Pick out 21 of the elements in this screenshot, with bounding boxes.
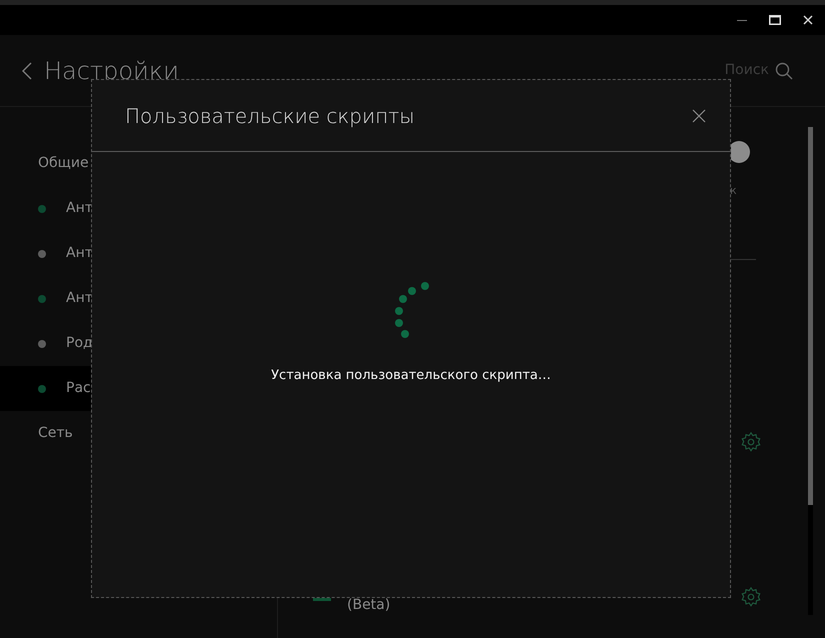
dialog-title: Пользовательские скрипты (125, 102, 415, 130)
spinner-icon (393, 282, 429, 338)
beta-label: (Beta) (347, 596, 390, 615)
close-button[interactable] (690, 106, 708, 124)
status-message: Установка пользовательского скрипта… (271, 367, 551, 385)
section-heading: Общие (38, 154, 89, 173)
gear-icon[interactable] (740, 431, 762, 453)
sidebar-item[interactable]: Ант (0, 186, 277, 231)
back-icon[interactable] (22, 62, 32, 80)
close-icon[interactable] (803, 15, 813, 25)
scrollbar[interactable] (808, 127, 813, 615)
label-fragment: к (730, 183, 737, 199)
sidebar-item[interactable]: Ант (0, 276, 277, 321)
gear-icon[interactable] (740, 586, 762, 608)
sidebar-item[interactable]: Род (0, 321, 277, 366)
page-title: Настройки (44, 56, 179, 86)
search-icon[interactable] (775, 62, 793, 80)
sidebar-item[interactable]: Ант (0, 231, 277, 276)
maximize-icon[interactable] (769, 15, 781, 25)
section-heading: Сеть (38, 424, 73, 443)
minimize-icon[interactable] (737, 19, 747, 21)
